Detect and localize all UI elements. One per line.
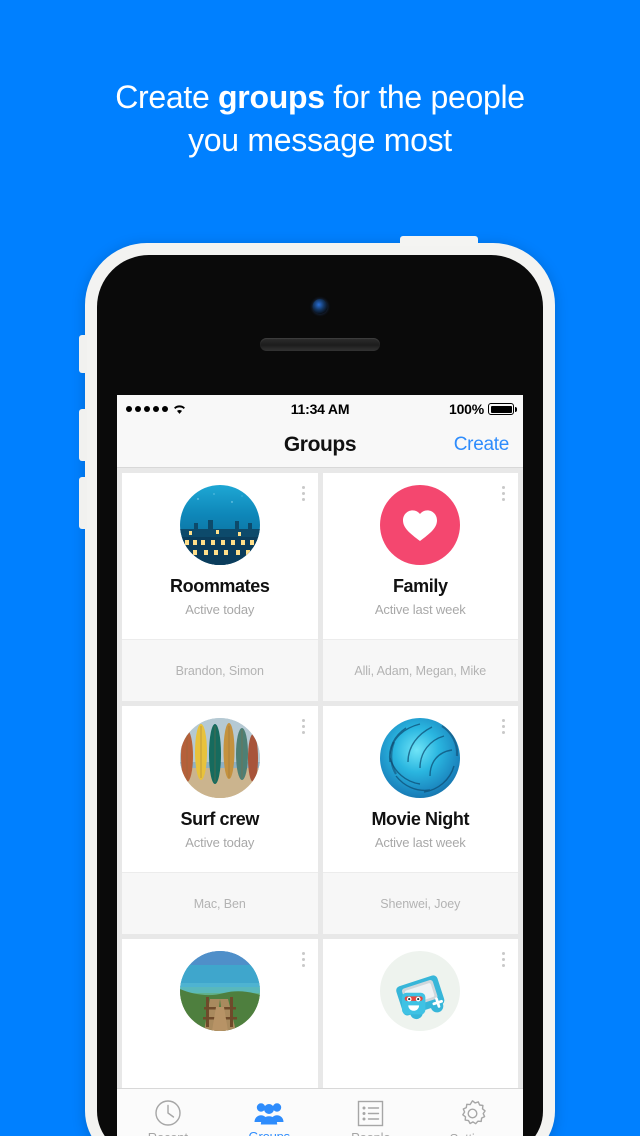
create-group-button[interactable]: Create [454,434,510,456]
silent-switch[interactable] [79,335,87,373]
status-bar: 11:34 AM 100% [117,395,523,423]
power-button[interactable] [400,236,478,246]
phone-bezel: 11:34 AM 100% Groups Create Roommates Ac… [97,255,543,1136]
kebab-menu-icon[interactable] [499,716,508,737]
navigation-bar: Groups Create [117,423,523,468]
group-card-body: Family Active last week [323,473,519,639]
earpiece-speaker [260,338,380,351]
people-icon [254,1100,284,1126]
tab-people-label: People [351,1130,390,1136]
gamer-robot-icon [396,975,445,1020]
group-activity: Active today [185,602,255,617]
group-members: Alli, Adam, Megan, Mike [322,639,518,701]
group-avatar [380,718,461,798]
tab-settings-label: Settings [450,1131,496,1136]
tab-people[interactable]: People [320,1089,422,1136]
promo-headline: Create groups for the people you message… [0,76,640,162]
groups-scroll-area[interactable]: Roommates Active today Brandon, Simon Fa… [117,468,523,1088]
group-avatar [179,951,260,1031]
tab-recent-label: Recent [148,1130,188,1136]
list-icon [357,1100,384,1127]
phone-screen: 11:34 AM 100% Groups Create Roommates Ac… [117,395,523,1136]
tab-settings[interactable]: Settings [422,1089,524,1136]
group-avatar [179,485,260,565]
volume-down-button[interactable] [79,477,87,529]
kebab-menu-icon[interactable] [499,949,508,970]
clock-icon [154,1099,182,1127]
front-camera-icon [312,299,328,314]
group-avatar [380,485,461,565]
kebab-menu-icon[interactable] [299,483,308,504]
tab-groups-label: Groups [249,1129,291,1136]
group-card-body [122,939,318,1088]
gear-icon [458,1099,487,1128]
group-members: Brandon, Simon [122,639,318,701]
group-card[interactable]: Roommates Active today Brandon, Simon [122,473,318,701]
tab-groups[interactable]: Groups [219,1089,321,1136]
group-activity: Active last week [374,602,466,617]
battery-full-icon [488,403,517,415]
group-card-body: Surf crew Active today [122,706,318,872]
tab-bar: Recent Groups [117,1088,523,1136]
group-members: Mac, Ben [122,872,318,934]
group-members: Shenwei, Joey [322,872,518,934]
group-card[interactable] [322,939,519,1088]
headline-text-bold: groups [218,79,325,115]
group-name: Surf crew [180,809,260,829]
group-activity: Active last week [374,835,466,850]
group-card-body: Roommates Active today [122,473,318,639]
group-card[interactable]: Movie Night Active last week Shenwei, Jo… [322,706,519,934]
headline-line-1: Create groups for the people [115,79,525,115]
status-bar-clock: 11:34 AM [290,401,350,417]
group-name: Roommates [170,576,270,596]
groups-grid: Roommates Active today Brandon, Simon Fa… [117,468,523,1088]
kebab-menu-icon[interactable] [299,949,308,970]
tab-recent[interactable]: Recent [117,1089,219,1136]
headline-text-pre: Create [115,79,219,115]
phone-device: 11:34 AM 100% Groups Create Roommates Ac… [79,236,555,1136]
group-avatar [179,718,260,798]
volume-up-button[interactable] [79,409,87,461]
group-card[interactable] [122,939,318,1088]
group-avatar [380,951,461,1031]
group-name: Family [392,576,448,596]
headline-text-post: for the people [324,79,525,115]
group-card[interactable]: Surf crew Active today Mac, Ben [122,706,318,934]
kebab-menu-icon[interactable] [299,716,308,737]
group-name: Movie Night [371,809,470,829]
heart-icon [403,509,438,541]
kebab-menu-icon[interactable] [499,483,508,504]
headline-line-2: you message most [188,122,452,158]
group-card-body [323,939,519,1088]
group-activity: Active today [185,835,255,850]
group-card-body: Movie Night Active last week [323,706,519,872]
group-card[interactable]: Family Active last week Alli, Adam, Mega… [322,473,519,701]
